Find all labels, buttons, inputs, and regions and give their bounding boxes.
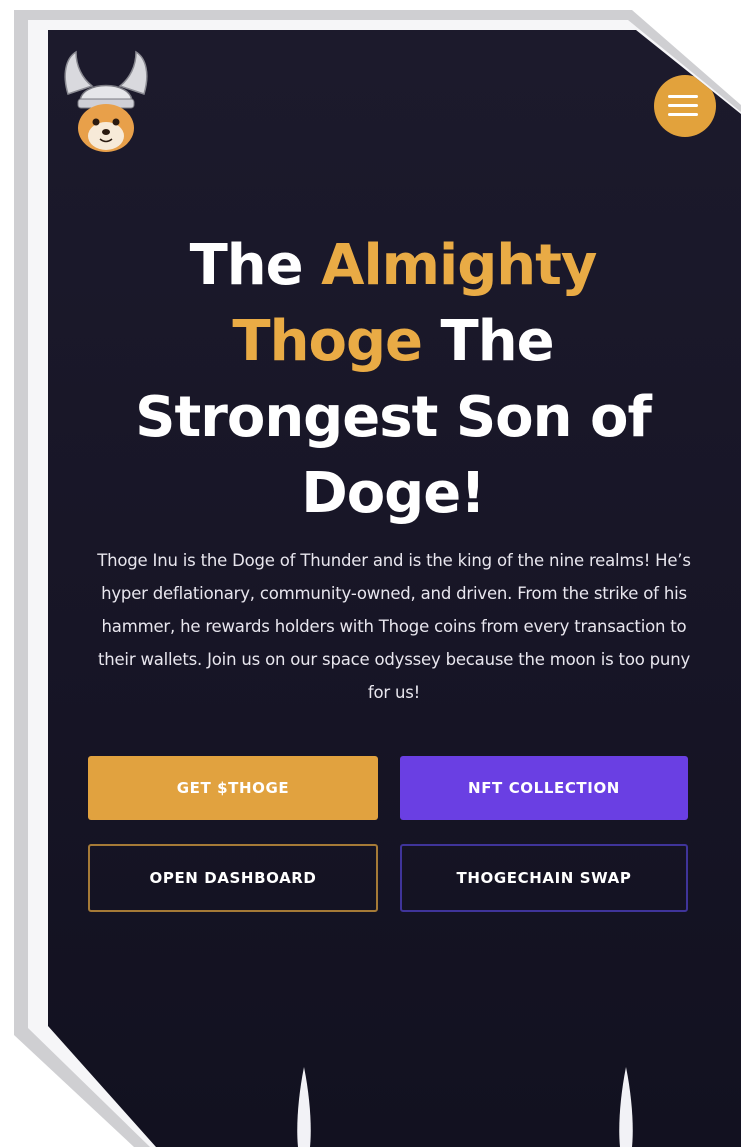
decorative-glow [297,1067,311,1147]
headline-part1: The [189,233,322,298]
thogechain-swap-button[interactable]: THOGECHAIN SWAP [400,844,688,912]
open-dashboard-button[interactable]: OPEN DASHBOARD [88,844,378,912]
nft-collection-button[interactable]: NFT COLLECTION [400,756,688,820]
hamburger-menu-icon [668,95,698,116]
hero-headline: The Almighty Thoge The Strongest Son of … [88,228,698,532]
hero-description: Thoge Inu is the Doge of Thunder and is … [97,551,691,702]
get-thoge-button[interactable]: GET $THOGE [88,756,378,820]
decorative-glow [619,1067,633,1147]
hero-screen: The Almighty Thoge The Strongest Son of … [48,30,741,1147]
thoge-logo-icon[interactable] [58,44,154,154]
